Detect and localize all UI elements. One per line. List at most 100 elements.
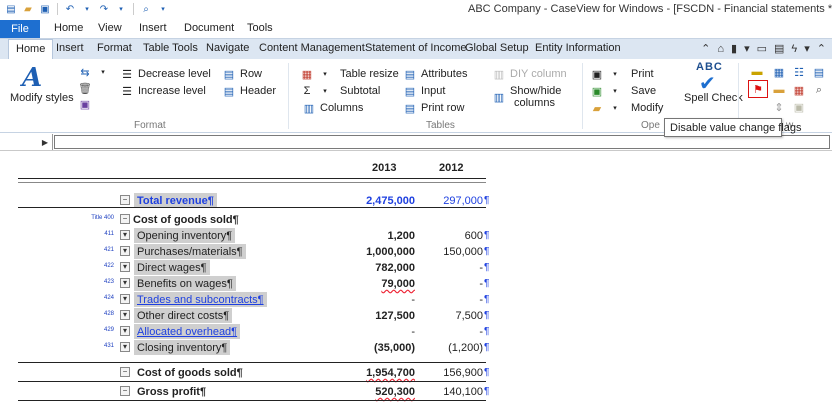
- menu-insert[interactable]: Insert: [139, 22, 167, 34]
- value-2013[interactable]: (35,000): [340, 342, 415, 354]
- view-icon-6[interactable]: ▬: [772, 83, 786, 97]
- tab-global-setup[interactable]: Global Setup: [465, 42, 529, 54]
- value-2012[interactable]: (1,200): [425, 342, 483, 354]
- subtotal-button[interactable]: Σ ▾ Subtotal: [300, 84, 381, 98]
- view-icon-4[interactable]: ▤: [812, 65, 826, 79]
- table-resize-button[interactable]: ▦ ▾ Table resize: [300, 67, 399, 81]
- value-2012[interactable]: -: [425, 326, 483, 338]
- cell-reference-box[interactable]: ▶: [0, 134, 53, 150]
- value-2012[interactable]: 7,500: [425, 310, 483, 322]
- collapse-ribbon-icon[interactable]: ⌃: [701, 42, 710, 55]
- disable-value-change-flags-button[interactable]: ⚑: [748, 80, 768, 98]
- value-2013[interactable]: -: [340, 326, 415, 338]
- increase-level-button[interactable]: ☰ Increase level: [120, 84, 206, 98]
- lightning-dropdown-icon[interactable]: ▾: [804, 42, 810, 55]
- open-folder-icon[interactable]: ▰: [21, 2, 35, 16]
- view-icon-2[interactable]: ▦: [772, 65, 786, 79]
- row-expander-icon[interactable]: ▾: [120, 278, 130, 288]
- value-2013[interactable]: 2,475,000: [340, 195, 415, 207]
- value-2012[interactable]: -: [425, 262, 483, 274]
- modify-button[interactable]: ▰ ▾ Modify: [590, 101, 664, 115]
- undo-icon[interactable]: ↶: [63, 2, 77, 16]
- value-2012[interactable]: 297,000: [425, 195, 483, 207]
- file-menu-button[interactable]: File: [0, 20, 40, 38]
- tab-insert[interactable]: Insert: [56, 42, 84, 54]
- redo-icon[interactable]: ↷: [97, 2, 111, 16]
- value-2013[interactable]: 1,000,000: [340, 246, 415, 258]
- view-icon-9[interactable]: ⇕: [772, 100, 786, 114]
- spell-check-button[interactable]: Spell Check: [684, 92, 743, 104]
- view-icon-3[interactable]: ☷: [792, 65, 806, 79]
- input-button[interactable]: ▤ Input: [403, 84, 446, 98]
- value-2012[interactable]: 140,100: [425, 386, 483, 398]
- table-row[interactable]: 421 ▾ Purchases/materials¶ 1,000,000 150,000…: [0, 244, 500, 260]
- redo-dropdown-icon[interactable]: ▾: [114, 2, 128, 16]
- view-icon-7[interactable]: ▦: [792, 83, 806, 97]
- value-2013[interactable]: -: [340, 294, 415, 306]
- value-2012[interactable]: 156,900: [425, 367, 483, 379]
- ribbon-options-icon[interactable]: ⌃: [817, 42, 826, 55]
- view-icon-10[interactable]: ▣: [792, 100, 806, 114]
- print-button[interactable]: ▣ ▾ Print: [590, 67, 654, 81]
- view-icon-8[interactable]: ⌕: [812, 83, 826, 97]
- home-navigation-icon[interactable]: ⌂: [717, 42, 724, 55]
- value-2013[interactable]: 782,000: [340, 262, 415, 274]
- row-expander-icon[interactable]: ▾: [120, 230, 130, 240]
- tab-entity-information[interactable]: Entity Information: [535, 42, 621, 54]
- table-row[interactable]: 411 ▾ Opening inventory¶ 1,200 600 ¶: [0, 228, 500, 244]
- customize-qat-icon[interactable]: ▾: [156, 2, 170, 16]
- menu-tools[interactable]: Tools: [247, 22, 273, 34]
- table-row[interactable]: − Gross profit¶ 520,300 140,100 ¶: [0, 384, 500, 400]
- value-2013[interactable]: 127,500: [340, 310, 415, 322]
- table-row[interactable]: − Cost of goods sold¶ 1,954,700 156,900 ¶: [0, 365, 500, 381]
- diy-column-button[interactable]: ▥ DIY column: [492, 67, 567, 81]
- table-row[interactable]: 423 ▾ Benefits on wages¶ 79,000- ¶: [0, 276, 500, 292]
- value-2013[interactable]: 1,954,700: [340, 367, 415, 379]
- value-2012[interactable]: -: [425, 278, 483, 290]
- value-2012[interactable]: -: [425, 294, 483, 306]
- view-icon-1[interactable]: ▬: [750, 65, 764, 79]
- table-row[interactable]: 431 ▾ Closing inventory¶ (35,000) (1,200) ¶: [0, 340, 500, 356]
- value-2013[interactable]: 520,300: [340, 386, 415, 398]
- row-expander-icon[interactable]: ▾: [120, 246, 130, 256]
- row-expander-icon[interactable]: ▾: [120, 342, 130, 352]
- row-expander-icon[interactable]: −: [120, 367, 130, 377]
- save-icon[interactable]: ▣: [38, 2, 52, 16]
- formula-input[interactable]: [54, 135, 830, 149]
- value-2012[interactable]: 150,000: [425, 246, 483, 258]
- menu-view[interactable]: View: [98, 22, 122, 34]
- print-row-button[interactable]: ▤ Print row: [403, 101, 465, 115]
- columns-button[interactable]: ▥ Columns: [302, 101, 364, 115]
- tab-home[interactable]: Home: [8, 39, 54, 60]
- table-row[interactable]: 422 ▾ Direct wages¶ 782,000- ¶: [0, 260, 500, 276]
- undo-dropdown-icon[interactable]: ▾: [80, 2, 94, 16]
- table-row[interactable]: Title 400− Cost of goods sold¶: [0, 212, 500, 228]
- table-row[interactable]: 424 ▾ Trades and subcontracts¶ - - ¶: [0, 292, 500, 308]
- paint-format-button[interactable]: ⇆ ▾: [78, 65, 110, 79]
- show-hide-columns-button[interactable]: ▥ Show/hide columns: [492, 85, 562, 109]
- menu-document[interactable]: Document: [184, 22, 234, 34]
- print-preview-icon[interactable]: ⌕: [139, 2, 153, 16]
- layout-icon[interactable]: ▤: [774, 42, 784, 55]
- tab-navigate[interactable]: Navigate: [206, 42, 249, 54]
- document-map-icon[interactable]: ▭: [757, 42, 767, 55]
- new-document-icon[interactable]: ▤: [4, 2, 18, 16]
- row-expander-icon[interactable]: ▾: [120, 262, 130, 272]
- value-2013[interactable]: 79,000: [340, 278, 415, 290]
- attributes-button[interactable]: ▤ Attributes: [403, 67, 468, 81]
- value-2012[interactable]: 600: [425, 230, 483, 242]
- lightning-icon[interactable]: ϟ: [791, 42, 797, 55]
- row-expander-icon[interactable]: ▾: [120, 326, 130, 336]
- tab-table-tools[interactable]: Table Tools: [143, 42, 198, 54]
- row-button[interactable]: ▤ Row: [222, 67, 262, 81]
- tab-statement-of-income[interactable]: Statement of Income: [365, 42, 467, 54]
- decrease-level-button[interactable]: ☰ Decrease level: [120, 67, 211, 81]
- table-row[interactable]: 428 ▾ Other direct costs¶ 127,500 7,500 ¶: [0, 308, 500, 324]
- row-expander-icon[interactable]: ▾: [120, 310, 130, 320]
- header-button[interactable]: ▤ Header: [222, 84, 276, 98]
- bookmark-dropdown-icon[interactable]: ▾: [744, 42, 750, 55]
- delete-button[interactable]: 🗑: [78, 81, 92, 95]
- tab-content-management[interactable]: Content Management: [259, 42, 365, 54]
- menu-home[interactable]: Home: [54, 22, 83, 34]
- row-expander-icon[interactable]: −: [120, 386, 130, 396]
